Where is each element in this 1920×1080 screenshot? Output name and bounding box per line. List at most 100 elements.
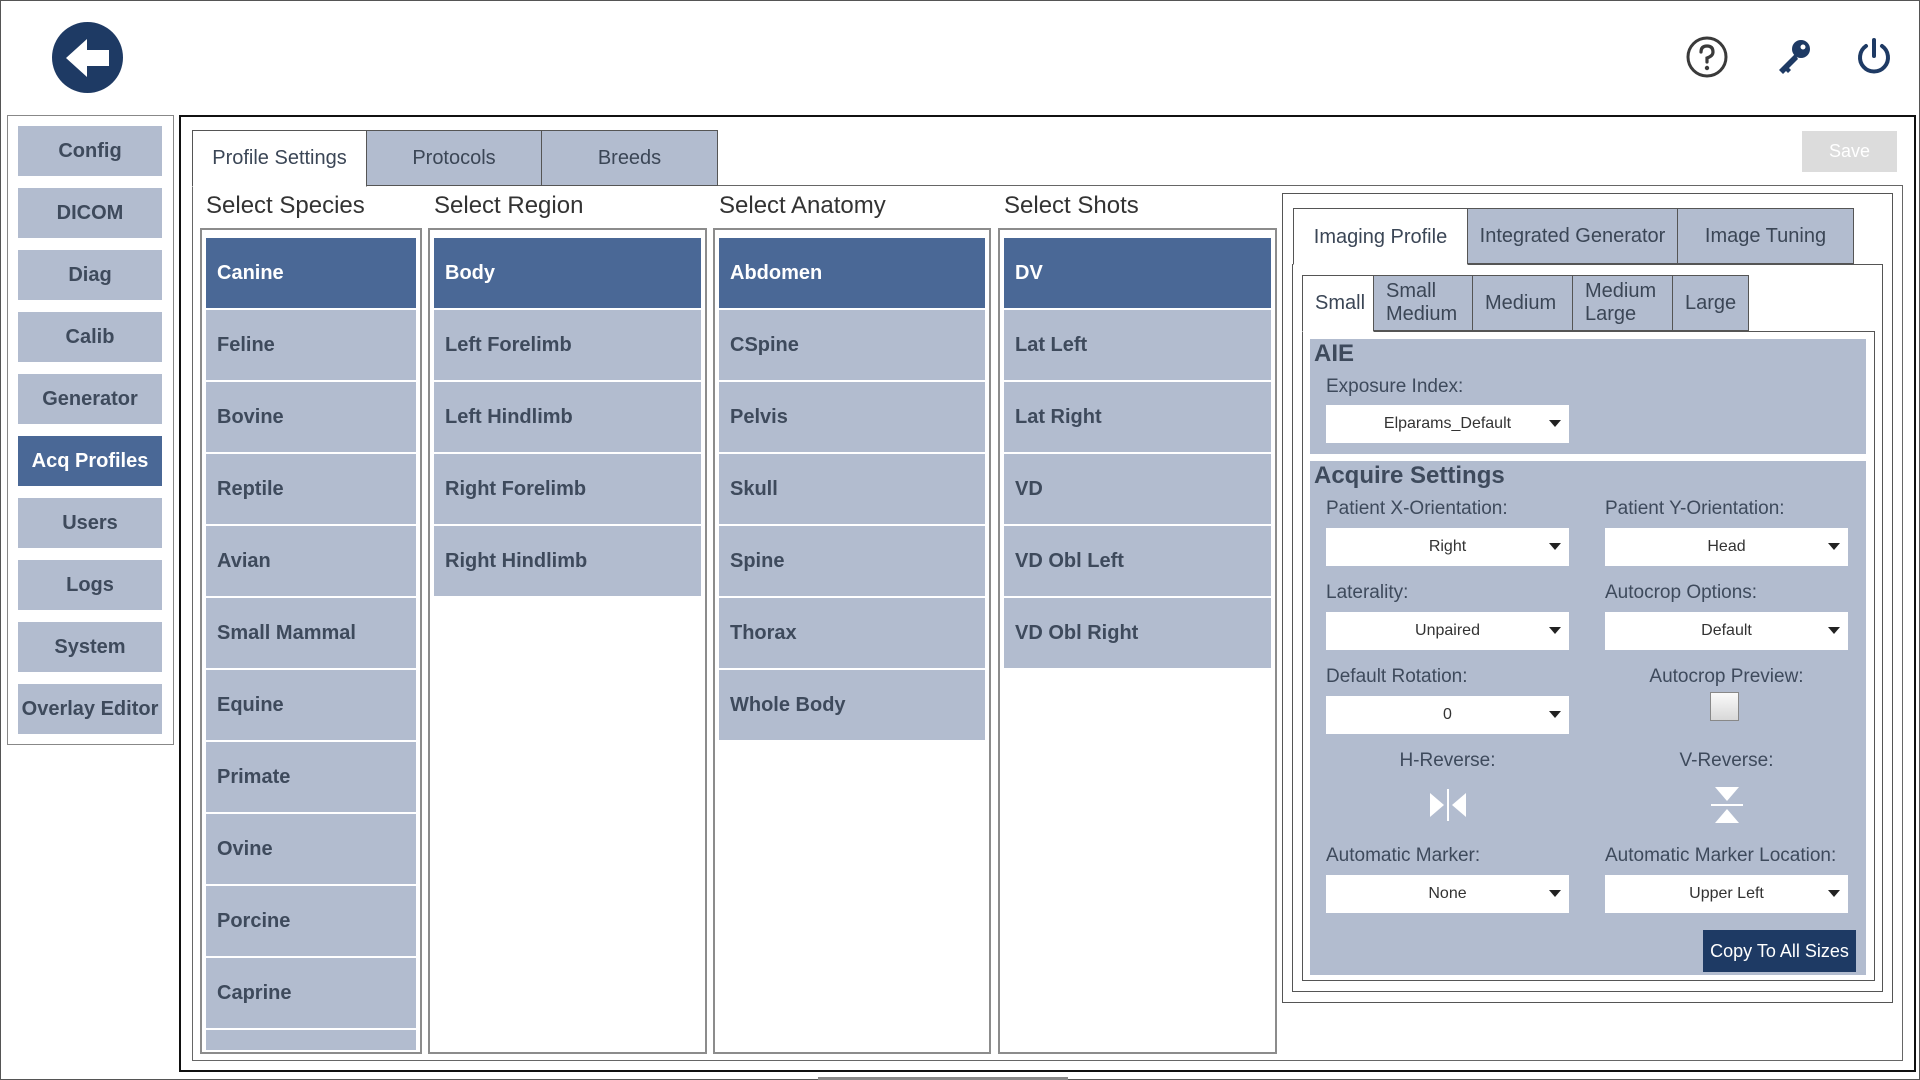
nav-overlay-editor[interactable]: Overlay Editor [18,684,162,734]
shots-list[interactable]: DV Lat Left Lat Right VD VD Obl Left VD … [998,228,1277,1054]
nav-generator[interactable]: Generator [18,374,162,424]
shot-item[interactable]: DV [1004,238,1271,308]
nav-calib[interactable]: Calib [18,312,162,362]
default-rotation-value: 0 [1443,706,1452,723]
size-tab-label: Large [1685,291,1737,314]
nav-acq-profiles[interactable]: Acq Profiles [18,436,162,486]
autocrop-options-label: Autocrop Options: [1605,582,1758,603]
help-button[interactable] [1684,34,1730,80]
tab-imaging-profile[interactable]: Imaging Profile [1293,208,1468,265]
exposure-index-label: Exposure Index: [1326,376,1464,397]
anatomy-item[interactable]: Abdomen [719,238,985,308]
chevron-down-icon [1828,543,1840,550]
species-item[interactable]: Feline [206,310,416,380]
species-item[interactable]: Canine [206,238,416,308]
flip-horizontal-icon [1430,789,1466,821]
chevron-down-icon [1549,420,1561,427]
laterality-value: Unpaired [1415,622,1480,639]
default-rotation-dropdown[interactable]: 0 [1326,696,1569,734]
back-button[interactable] [52,22,123,93]
tab-size-medium-large[interactable]: Medium Large [1572,275,1673,331]
nav-config[interactable]: Config [18,126,162,176]
region-item[interactable]: Right Hindlimb [434,526,701,596]
x-orientation-dropdown[interactable]: Right [1326,528,1569,566]
automatic-marker-location-dropdown[interactable]: Upper Left [1605,875,1848,913]
power-button[interactable] [1851,34,1897,80]
automatic-marker-dropdown[interactable]: None [1326,875,1569,913]
tab-image-tuning[interactable]: Image Tuning [1677,208,1854,264]
shot-item[interactable]: VD [1004,454,1271,524]
flip-vertical-icon [1711,787,1743,823]
region-item[interactable]: Right Forelimb [434,454,701,524]
shot-item[interactable]: Lat Right [1004,382,1271,452]
back-arrow-icon [65,38,109,77]
species-item[interactable]: Avian [206,526,416,596]
region-item[interactable]: Body [434,238,701,308]
automatic-marker-value: None [1428,885,1467,902]
shot-item[interactable]: Lat Left [1004,310,1271,380]
anatomy-item[interactable]: Whole Body [719,670,985,740]
autocrop-options-value: Default [1701,622,1752,639]
shots-title: Select Shots [1004,192,1139,219]
acquire-settings-title: Acquire Settings [1314,462,1505,489]
tab-protocols[interactable]: Protocols [366,130,542,186]
anatomy-item[interactable]: Spine [719,526,985,596]
species-item[interactable]: Caprine [206,958,416,1028]
species-item[interactable]: Bovine [206,382,416,452]
species-item[interactable]: Primate [206,742,416,812]
tab-size-medium[interactable]: Medium [1472,275,1573,331]
save-button[interactable]: Save [1802,131,1897,172]
shot-item[interactable]: VD Obl Right [1004,598,1271,668]
chevron-down-icon [1549,890,1561,897]
species-item[interactable]: Ovine [206,814,416,884]
exposure-index-value: Elparams_Default [1383,415,1512,432]
tab-breeds[interactable]: Breeds [541,130,718,186]
tab-size-small[interactable]: Small [1302,275,1374,332]
aie-title: AIE [1314,340,1355,367]
shot-item[interactable]: VD Obl Left [1004,526,1271,596]
anatomy-item[interactable]: Thorax [719,598,985,668]
side-nav: Config DICOM Diag Calib Generator Acq Pr… [7,115,174,745]
automatic-marker-label: Automatic Marker: [1326,845,1481,866]
y-orientation-dropdown[interactable]: Head [1605,528,1848,566]
nav-users[interactable]: Users [18,498,162,548]
h-reverse-label: H-Reverse: [1399,750,1496,771]
size-tab-label: Small [1386,280,1437,302]
species-item[interactable]: Equine [206,670,416,740]
key-button[interactable] [1771,34,1817,80]
x-orientation-label: Patient X-Orientation: [1326,498,1508,519]
nav-logs[interactable]: Logs [18,560,162,610]
size-tab-label: Small [1315,292,1366,314]
nav-dicom[interactable]: DICOM [18,188,162,238]
species-item[interactable]: Porcine [206,886,416,956]
automatic-marker-location-value: Upper Left [1689,885,1764,902]
autocrop-options-dropdown[interactable]: Default [1605,612,1848,650]
species-item-partial[interactable] [206,1030,416,1050]
tab-size-large[interactable]: Large [1672,275,1749,331]
tab-size-small-medium[interactable]: Small Medium [1373,275,1473,331]
laterality-dropdown[interactable]: Unpaired [1326,612,1569,650]
nav-diag[interactable]: Diag [18,250,162,300]
exposure-index-dropdown[interactable]: Elparams_Default [1326,405,1569,443]
copy-to-all-sizes-button[interactable]: Copy To All Sizes [1703,930,1856,972]
laterality-label: Laterality: [1326,582,1409,603]
nav-system[interactable]: System [18,622,162,672]
tab-profile-settings[interactable]: Profile Settings [192,130,367,187]
tab-integrated-generator[interactable]: Integrated Generator [1467,208,1678,264]
autocrop-preview-checkbox[interactable] [1710,692,1739,721]
anatomy-list[interactable]: Abdomen CSpine Pelvis Skull Spine Thorax… [713,228,991,1054]
anatomy-item[interactable]: CSpine [719,310,985,380]
region-item[interactable]: Left Hindlimb [434,382,701,452]
y-orientation-label: Patient Y-Orientation: [1605,498,1785,519]
anatomy-item[interactable]: Pelvis [719,382,985,452]
v-reverse-button[interactable] [1707,785,1747,825]
species-item[interactable]: Reptile [206,454,416,524]
region-item[interactable]: Left Forelimb [434,310,701,380]
h-reverse-button[interactable] [1428,785,1468,825]
species-list[interactable]: Canine Feline Bovine Reptile Avian Small… [200,228,422,1054]
autocrop-preview-label: Autocrop Preview: [1649,666,1804,687]
region-list[interactable]: Body Left Forelimb Left Hindlimb Right F… [428,228,707,1054]
anatomy-item[interactable]: Skull [719,454,985,524]
anatomy-title: Select Anatomy [719,192,886,219]
species-item[interactable]: Small Mammal [206,598,416,668]
